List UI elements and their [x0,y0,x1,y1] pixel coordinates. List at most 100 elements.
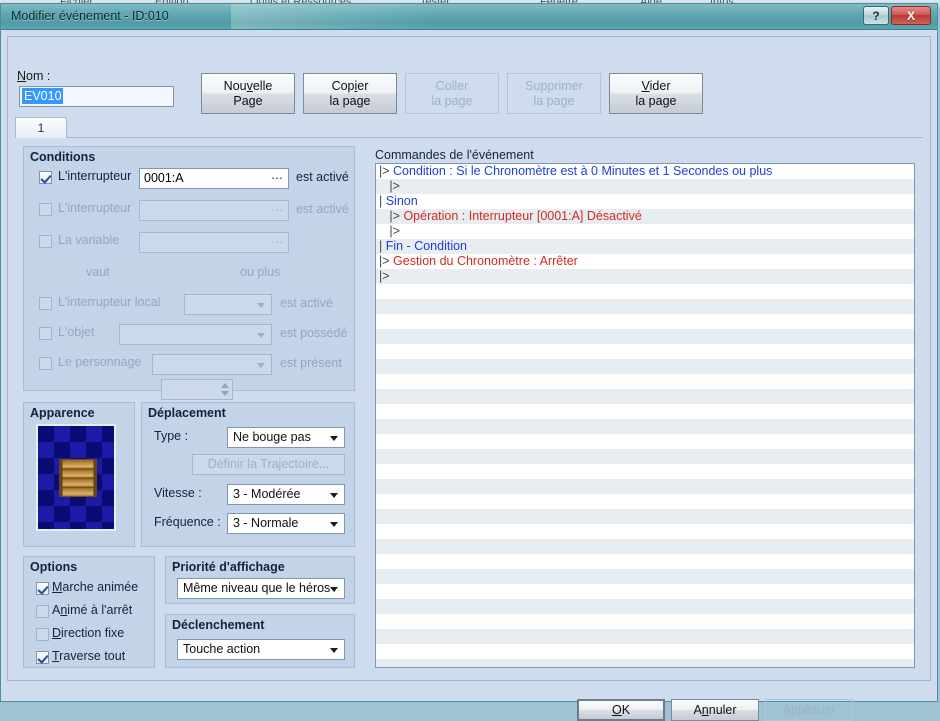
clear-page-button[interactable]: Vider la page [609,73,703,114]
movement-type-dropdown[interactable]: Ne bouge pas [227,427,345,448]
command-row-empty[interactable] [376,359,914,374]
condition-localswitch-checkbox[interactable] [39,297,52,310]
command-row-empty[interactable] [376,434,914,449]
movement-frequency-label: Fréquence : [154,515,221,529]
option-through-checkbox[interactable] [36,651,49,664]
chevron-down-icon [330,492,338,498]
movement-speed-dropdown[interactable]: 3 - Modérée [227,484,345,505]
paste-page-button: Coller la page [405,73,499,114]
command-row[interactable]: | Sinon [376,194,914,209]
stepper-up-icon[interactable] [221,383,229,388]
display-priority-legend: Priorité d'affichage [172,560,285,574]
tab-underline [67,137,923,138]
command-row-prefix: |> [379,224,400,238]
condition-localswitch-dropdown[interactable] [184,294,272,315]
condition-switch1-checkbox[interactable] [39,171,52,184]
condition-character-checkbox[interactable] [39,357,52,370]
command-row[interactable]: |> [376,179,914,194]
option-animated-stop-checkbox[interactable] [36,605,49,618]
copy-page-button[interactable]: Copier la page [303,73,397,114]
condition-switch1-label: L'interrupteur [58,169,132,183]
command-row-empty[interactable] [376,629,914,644]
command-row-empty[interactable] [376,644,914,659]
command-row[interactable]: |> Gestion du Chronomètre : Arrêter [376,254,914,269]
condition-variable-checkbox[interactable] [39,235,52,248]
stepper-down-icon[interactable] [221,391,229,396]
command-row-empty[interactable] [376,509,914,524]
dialog-titlebar: Modifier événement - ID:010 ? X [1,4,937,30]
command-row-empty[interactable] [376,314,914,329]
option-through-label: Traverse tout [52,649,126,663]
chevron-down-icon [257,332,265,338]
command-row-empty[interactable] [376,404,914,419]
command-row-empty[interactable] [376,659,914,667]
name-input[interactable]: EV010 [19,86,174,107]
command-row-empty[interactable] [376,554,914,569]
event-commands-label: Commandes de l'événement [375,148,534,162]
close-button[interactable]: X [891,6,931,25]
cancel-button[interactable]: Annuler [671,699,759,721]
command-row-empty[interactable] [376,539,914,554]
chevron-down-icon [257,302,265,308]
name-label: Nom : [17,69,51,83]
appearance-sprite-preview[interactable] [36,424,116,531]
command-row-empty[interactable] [376,494,914,509]
command-row[interactable]: |> Condition : Si le Chronomètre est à 0… [376,164,914,179]
conditions-group: Conditions L'interrupteur 0001:A ⋯ est a… [23,146,355,400]
options-legend: Options [30,560,78,574]
trigger-value: Touche action [183,642,261,656]
command-row-empty[interactable] [376,299,914,314]
command-row-empty[interactable] [376,389,914,404]
condition-object-suffix: est possédé [280,326,348,340]
command-row-text: Gestion du Chronomètre : Arrêter [389,254,578,268]
command-row[interactable]: |> [376,269,914,284]
command-row-empty[interactable] [376,599,914,614]
command-row-empty[interactable] [376,329,914,344]
delete-page-button: Supprimer la page [507,73,601,114]
command-row-empty[interactable] [376,584,914,599]
browse-icon[interactable]: ⋯ [271,169,284,188]
help-button[interactable]: ? [863,6,889,25]
dialog-title: Modifier événement - ID:010 [11,9,169,23]
ok-button[interactable]: OK [577,699,665,721]
command-row[interactable]: |> [376,224,914,239]
display-priority-value: Même niveau que le héros [183,581,331,595]
command-row-empty[interactable] [376,449,914,464]
condition-character-suffix: est présent [280,356,342,370]
command-row[interactable]: |> Opération : Interrupteur [0001:A] Dés… [376,209,914,224]
condition-character-label: Le personnage [58,355,142,369]
command-row-empty[interactable] [376,479,914,494]
condition-switch2-checkbox[interactable] [39,203,52,216]
command-row-empty[interactable] [376,614,914,629]
command-row-prefix: |> [379,164,390,178]
event-commands-list[interactable]: |> Condition : Si le Chronomètre est à 0… [375,163,915,668]
command-row[interactable]: | Fin - Condition [376,239,914,254]
command-row-empty[interactable] [376,284,914,299]
movement-frequency-dropdown[interactable]: 3 - Normale [227,513,345,534]
option-animated-walk-label: Marche animée [52,580,139,594]
new-page-button[interactable]: Nouvelle Page [201,73,295,114]
movement-group: Déplacement Type : Ne bouge pas Définir … [141,402,355,547]
command-row-empty[interactable] [376,374,914,389]
condition-variable-field[interactable]: ⋯ [139,232,289,253]
movement-legend: Déplacement [148,406,226,420]
command-row-empty[interactable] [376,569,914,584]
command-row-empty[interactable] [376,464,914,479]
condition-switch2-field[interactable]: ⋯ [139,200,289,221]
tab-page-1[interactable]: 1 [15,117,67,138]
display-priority-dropdown[interactable]: Même niveau que le héros [177,578,345,599]
condition-localswitch-label: L'interrupteur local [58,295,161,309]
dialog-client-area: Nom : EV010 Nouvelle Page Copier la page C… [1,31,937,721]
command-row-empty[interactable] [376,524,914,539]
condition-object-dropdown[interactable] [119,324,272,345]
option-fixed-direction-checkbox[interactable] [36,628,49,641]
condition-variable-value-stepper[interactable] [161,379,233,400]
trigger-dropdown[interactable]: Touche action [177,639,345,660]
condition-object-checkbox[interactable] [39,327,52,340]
command-row-empty[interactable] [376,344,914,359]
page-tabstrip: 1 [15,117,923,138]
option-animated-walk-checkbox[interactable] [36,582,49,595]
command-row-empty[interactable] [376,419,914,434]
condition-switch1-field[interactable]: 0001:A ⋯ [139,168,289,189]
condition-character-dropdown[interactable] [152,354,272,375]
